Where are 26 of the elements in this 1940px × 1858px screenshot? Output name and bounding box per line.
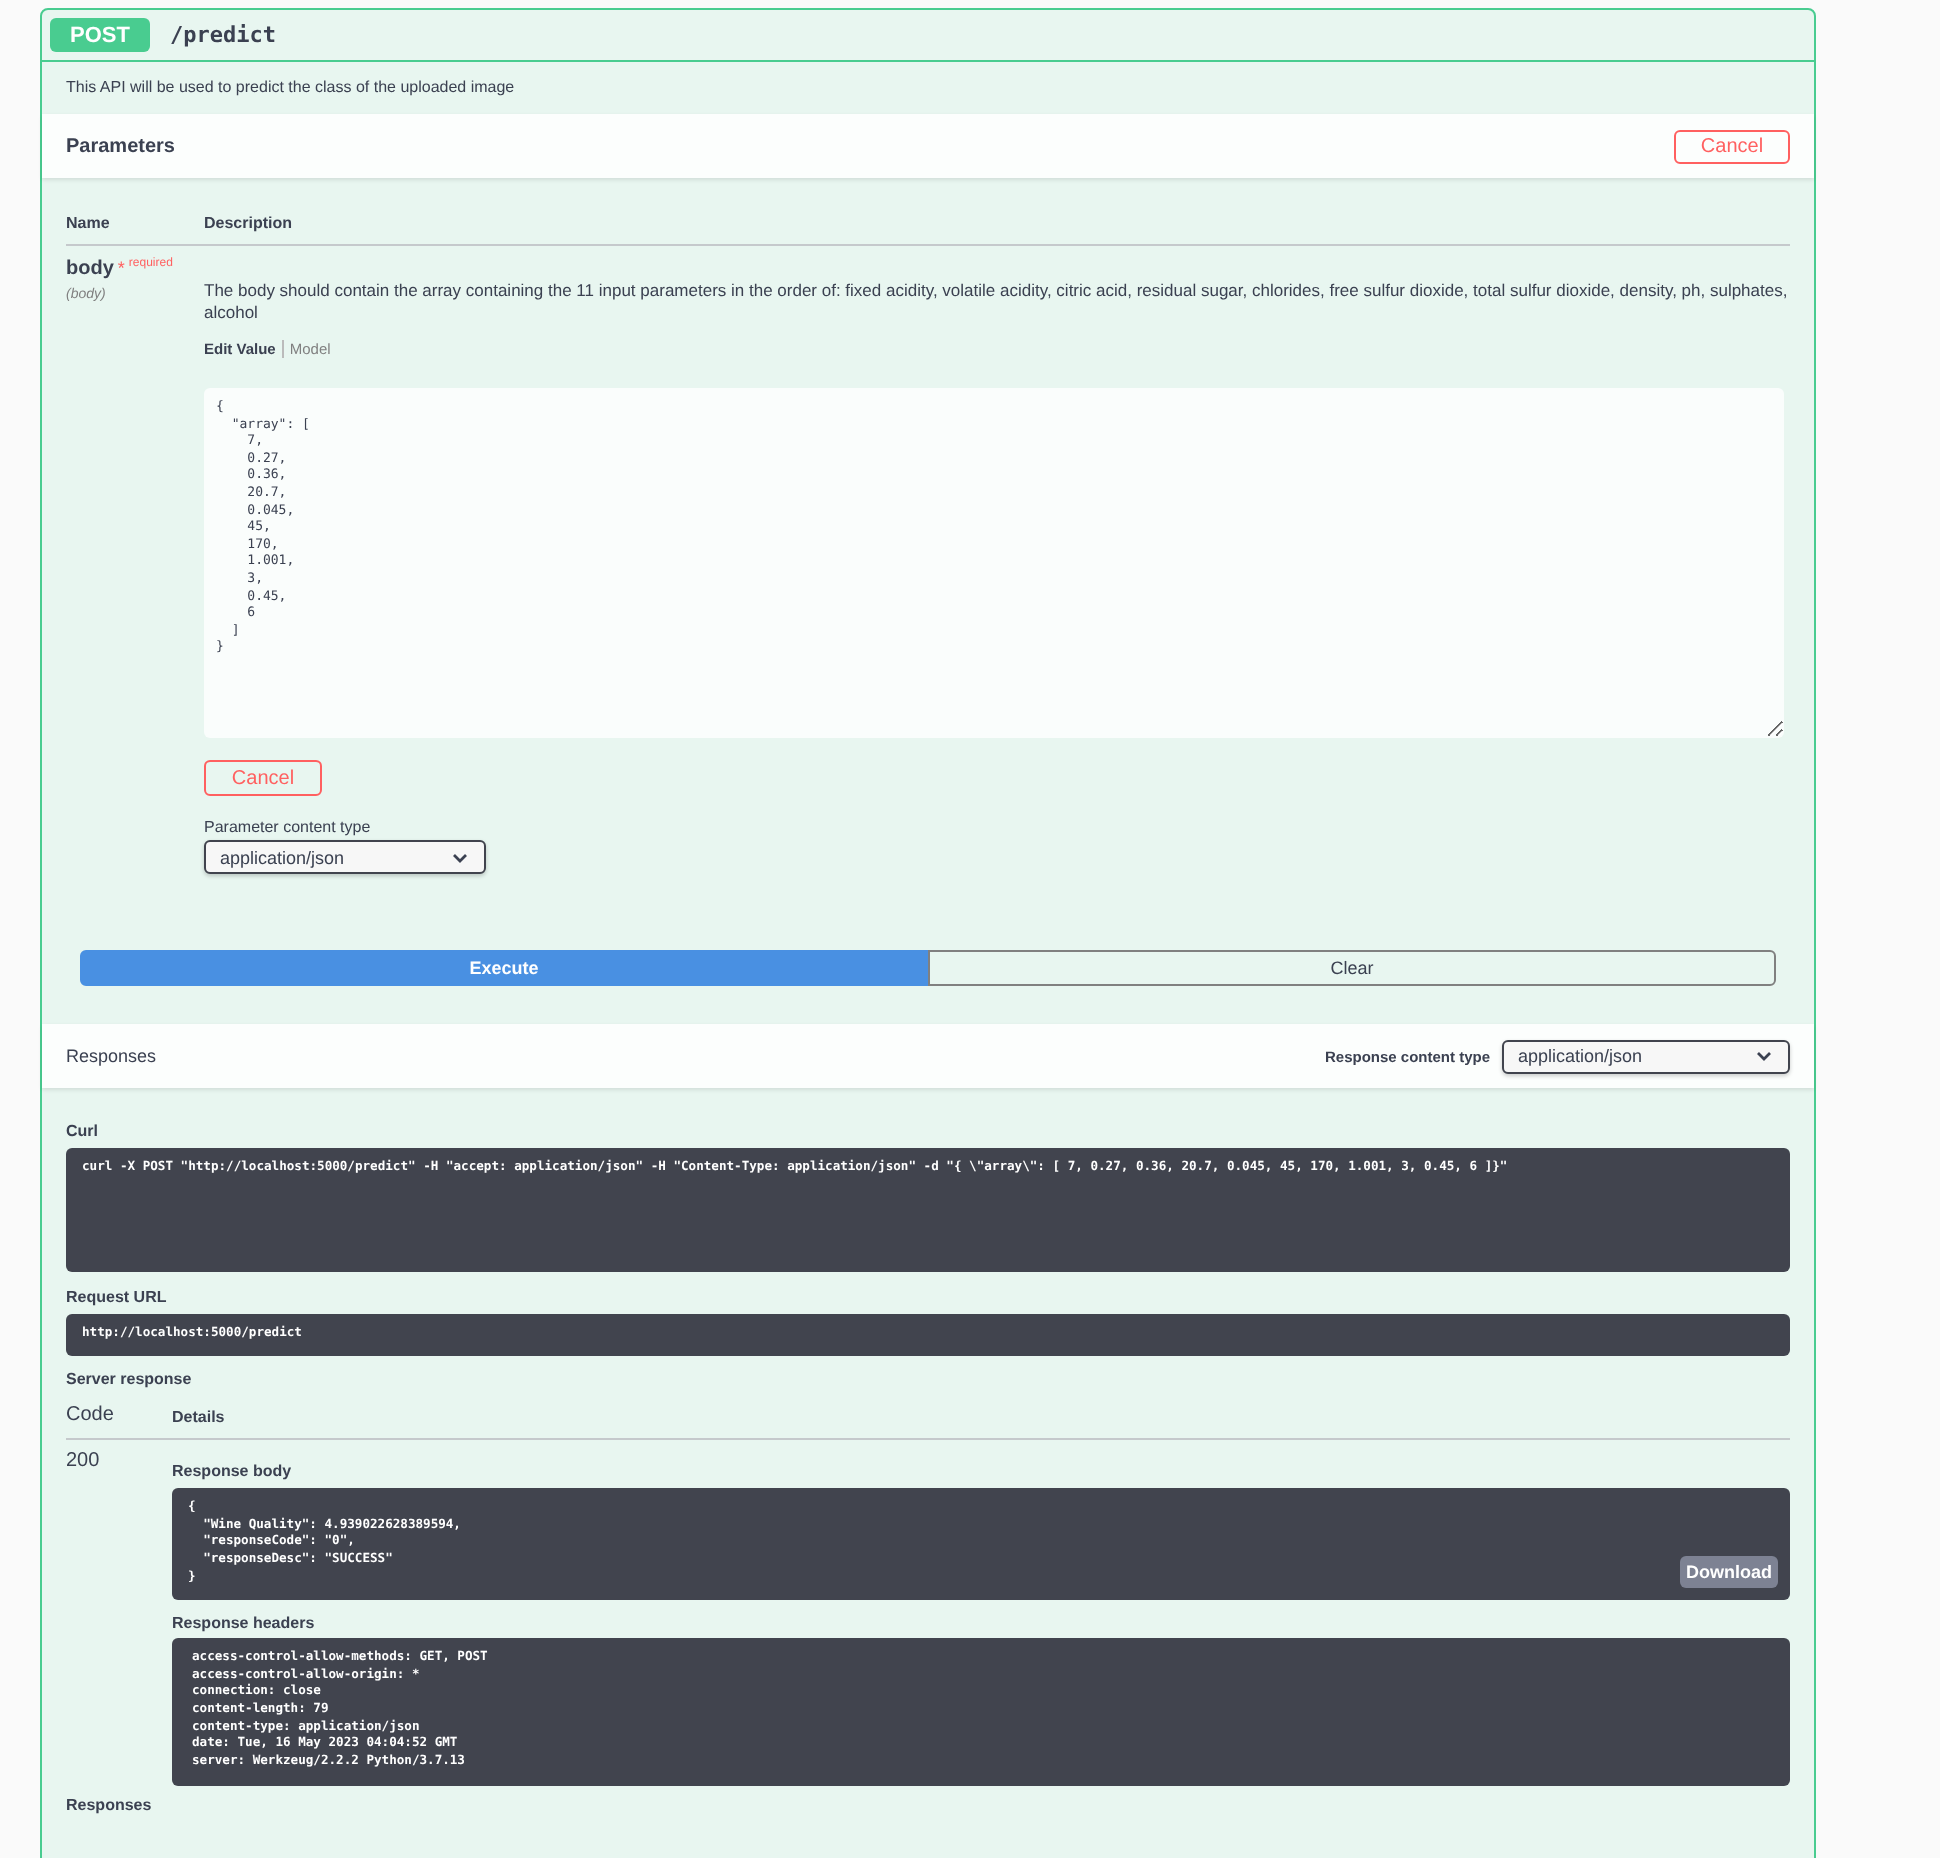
content-type-select[interactable]: application/json (204, 840, 486, 875)
responses-title: Responses (66, 1795, 154, 1814)
server-response-label: Server response (66, 1369, 194, 1388)
curl-label: Curl (66, 1122, 100, 1141)
content-type-select[interactable]: application/json (1502, 1039, 1790, 1074)
responses-title: Responses (66, 1046, 157, 1067)
parameter-name: body (66, 258, 114, 280)
caret-icon (452, 851, 468, 864)
method-badge: POST (50, 18, 150, 52)
endpoint-path: /predict (170, 22, 276, 48)
request-url-label: Request URL (66, 1288, 169, 1307)
column-header: Description (204, 214, 295, 232)
download-button[interactable]: Download (1680, 1555, 1778, 1588)
parameter-description: The body should contain the array containing the 11 input parameters in the order of: fixed acidity, volatile acidity, citric acid, residual sugar, chlorides, free sulfur dioxide, total sulfur dioxide, density, ph, sulphates, alcohol (204, 280, 1790, 325)
operation-description: This API will be used to predict the class of the uploaded image (64, 76, 517, 100)
required-mark: * (117, 258, 125, 278)
column-header: Details (172, 1407, 227, 1426)
response-headers-label: Response headers (172, 1613, 317, 1632)
content-type-label: Parameter content type (204, 818, 373, 837)
column-header: Code (66, 1403, 116, 1426)
column-header: Name (66, 214, 112, 232)
clear-button[interactable]: Clear (928, 950, 1776, 987)
status-code: 200 (66, 1449, 102, 1476)
parameters-title: Parameters (66, 135, 175, 157)
caret-icon (1756, 1050, 1772, 1063)
response-body-label: Response body (172, 1461, 294, 1480)
